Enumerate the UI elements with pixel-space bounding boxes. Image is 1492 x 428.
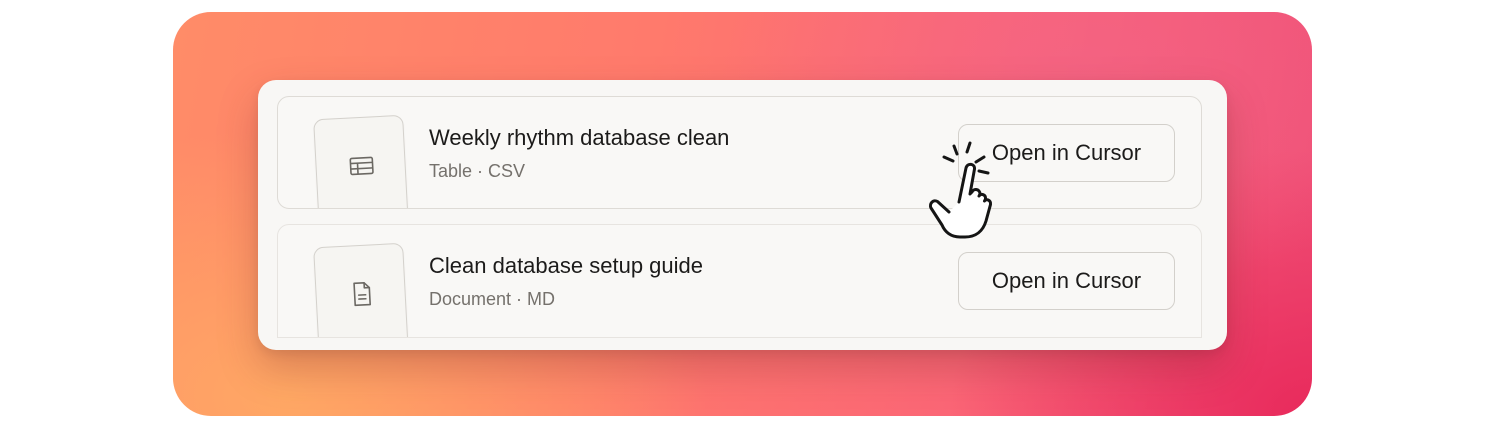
pointer-hand-click-icon: [929, 141, 993, 239]
file-list-panel: Weekly rhythm database clean Table · CSV…: [258, 80, 1227, 350]
file-title: Weekly rhythm database clean: [429, 125, 730, 150]
list-item[interactable]: Weekly rhythm database clean Table · CSV…: [277, 96, 1202, 209]
file-meta: Table · CSV: [429, 161, 526, 181]
list-item[interactable]: Clean database setup guide Document · MD…: [277, 224, 1202, 338]
file-meta: Document · MD: [429, 289, 556, 309]
open-in-cursor-button[interactable]: Open in Cursor: [958, 252, 1175, 310]
document-icon: [353, 282, 371, 307]
table-icon: [349, 156, 374, 176]
file-thumbnail: [313, 114, 409, 208]
file-thumbnail: [313, 242, 409, 337]
file-title: Clean database setup guide: [429, 253, 703, 278]
